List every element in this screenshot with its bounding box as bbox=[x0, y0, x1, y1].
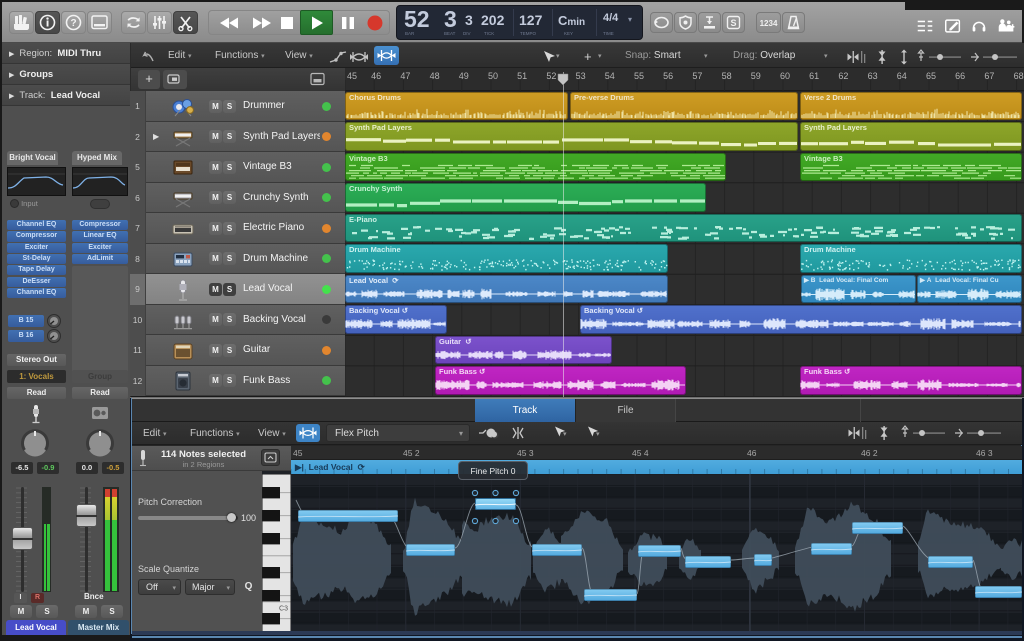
svg-text:?: ? bbox=[70, 18, 76, 29]
svg-text:C3: C3 bbox=[279, 605, 288, 612]
svg-text:1234: 1234 bbox=[760, 19, 778, 28]
svg-text:S: S bbox=[730, 18, 736, 28]
